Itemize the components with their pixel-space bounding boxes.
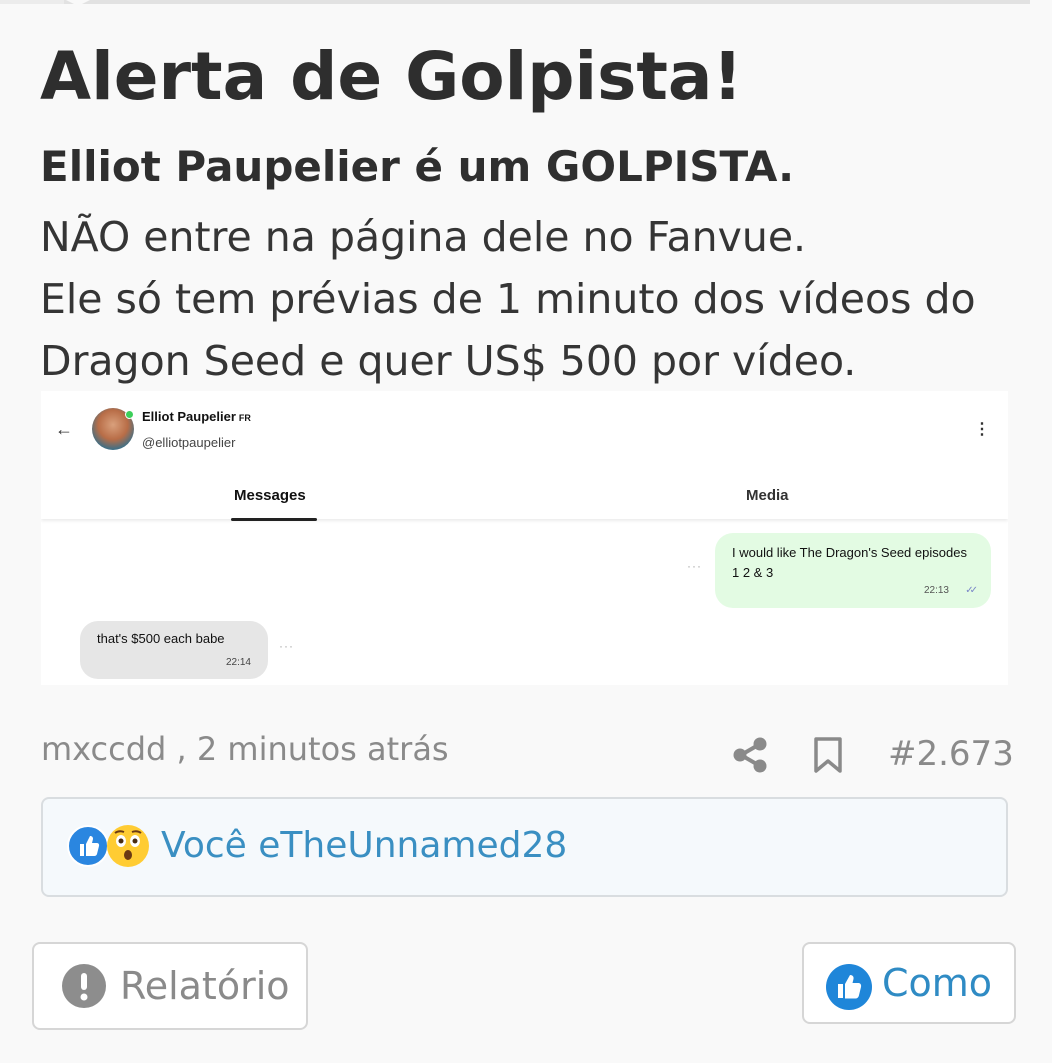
post-author-time: mxccdd , 2 minutos atrás [41,730,449,768]
exclamation-icon [62,964,106,1008]
post-body: NÃO entre na página dele no Fanvue. Ele … [40,206,1040,392]
read-receipt-icon: ✓✓ [965,585,978,596]
profile-handle: @elliotpaupelier [142,435,236,450]
message-time: 22:14 [225,657,251,668]
like-button[interactable]: Como [802,942,1016,1024]
top-divider [0,0,1030,4]
profile-name: Elliot Paupelier FR [142,409,251,424]
bookmark-icon[interactable] [813,736,843,774]
tab-media: Media [746,487,789,504]
active-tab-indicator [231,518,317,521]
share-icon[interactable] [732,736,768,774]
report-button-label: Relatório [120,964,290,1008]
reactions-summary[interactable]: Você eTheUnnamed28 [41,797,1008,897]
message-options-icon: ··· [279,639,294,653]
chat-header: ← Elliot Paupelier FR @elliotpaupelier ⋮ … [41,391,1008,521]
online-status-dot [125,410,134,419]
embedded-chat-screenshot[interactable]: ← Elliot Paupelier FR @elliotpaupelier ⋮ … [41,391,1008,685]
like-button-label: Como [882,961,993,1005]
message-text: that's $500 each babe [97,631,225,646]
post-number[interactable]: #2.673 [888,734,1014,774]
thumbs-up-icon [67,825,109,867]
top-divider-notch [66,0,90,6]
post-body-line: Ele só tem prévias de 1 minuto dos vídeo… [40,275,976,323]
message-text: I would like The Dragon's Seed episodes … [732,545,967,580]
message-time: 22:13 [923,585,949,596]
report-button[interactable]: Relatório [32,942,308,1030]
profile-name-text: Elliot Paupelier [142,409,236,424]
back-arrow-icon: ← [55,419,73,439]
top-divider-segment [0,0,64,4]
post-body-line: NÃO entre na página dele no Fanvue. [40,213,807,261]
more-options-icon: ⋮ [974,421,990,438]
post-title: Alerta de Golpista! [40,38,743,115]
outgoing-message: I would like The Dragon's Seed episodes … [715,533,991,608]
reactions-users[interactable]: Você eTheUnnamed28 [161,825,567,866]
profile-flag: FR [238,413,251,423]
post-subtitle: Elliot Paupelier é um GOLPISTA. [40,142,795,191]
incoming-message: that's $500 each babe 22:14 [80,621,268,679]
message-options-icon: ··· [687,559,702,573]
astonished-face-icon [107,825,149,867]
tab-messages: Messages [234,487,306,504]
thumbs-up-icon [826,964,872,1010]
post-body-line: Dragon Seed e quer US$ 500 por vídeo. [40,337,857,385]
